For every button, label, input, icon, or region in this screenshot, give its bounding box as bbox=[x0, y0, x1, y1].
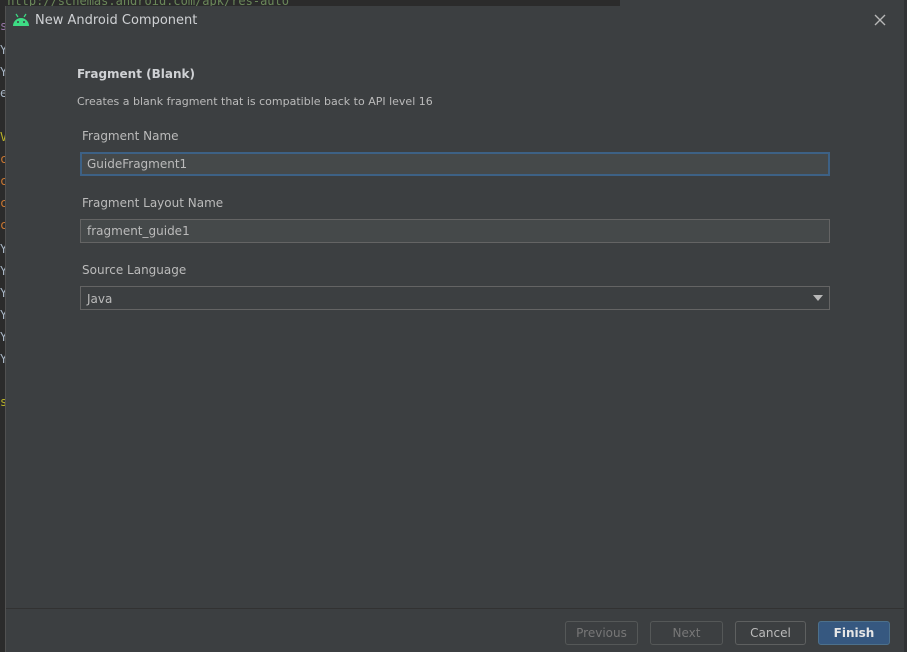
source-language-label: Source Language bbox=[82, 263, 187, 277]
fragment-layout-name-input[interactable] bbox=[80, 219, 830, 243]
dialog-title: New Android Component bbox=[35, 13, 198, 28]
fragment-layout-name-label: Fragment Layout Name bbox=[82, 196, 224, 210]
previous-button[interactable]: Previous bbox=[565, 621, 638, 645]
source-language-value: Java bbox=[87, 292, 113, 306]
close-icon[interactable] bbox=[872, 12, 888, 28]
fragment-name-input[interactable] bbox=[80, 152, 830, 176]
source-language-dropdown[interactable]: Java bbox=[80, 286, 830, 310]
android-icon bbox=[13, 13, 29, 26]
chevron-down-icon bbox=[813, 295, 823, 301]
form-description: Creates a blank fragment that is compati… bbox=[77, 95, 433, 108]
next-button[interactable]: Next bbox=[650, 621, 723, 645]
cancel-button[interactable]: Cancel bbox=[735, 621, 806, 645]
finish-button[interactable]: Finish bbox=[818, 621, 890, 645]
footer-divider bbox=[6, 608, 904, 609]
form-title: Fragment (Blank) bbox=[77, 67, 195, 81]
new-android-component-dialog: New Android Component Fragment (Blank) C… bbox=[5, 6, 904, 652]
fragment-name-label: Fragment Name bbox=[82, 129, 179, 143]
dialog-titlebar[interactable]: New Android Component bbox=[6, 6, 904, 36]
